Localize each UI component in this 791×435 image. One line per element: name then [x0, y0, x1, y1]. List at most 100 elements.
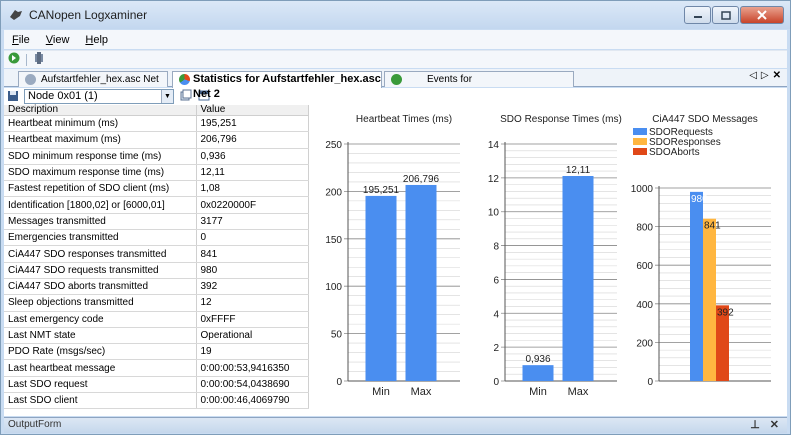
- table-row[interactable]: CiA447 SDO aborts transmitted 392: [4, 278, 309, 296]
- row-description: CiA447 SDO requests transmitted: [4, 262, 197, 279]
- table-body: Heartbeat minimum (ms) 195,251 Heartbeat m…: [4, 115, 309, 410]
- y-tick-label: 150: [325, 235, 342, 246]
- table-row[interactable]: PDO Rate (msgs/sec) 19: [4, 343, 309, 361]
- table-row[interactable]: CiA447 SDO responses transmitted 841: [4, 245, 309, 263]
- y-tick-label: 0: [493, 377, 499, 388]
- tool-icon: [35, 52, 43, 64]
- close-button[interactable]: [740, 6, 784, 24]
- row-value: 980: [196, 262, 309, 279]
- legend-swatch: [633, 138, 647, 145]
- app-window: CANopen Logxaminer File View Help Aufsta…: [0, 0, 791, 435]
- title-bar[interactable]: CANopen Logxaminer: [1, 1, 790, 29]
- table-row[interactable]: SDO maximum response time (ms) 12,11: [4, 164, 309, 182]
- y-tick-label: 6: [493, 275, 499, 286]
- output-form-title: OutputForm: [8, 419, 62, 430]
- legend-label: SDOAborts: [649, 147, 700, 158]
- save-button[interactable]: [7, 90, 19, 105]
- maximize-button[interactable]: [712, 6, 739, 24]
- menu-file[interactable]: File: [4, 34, 38, 46]
- column-header-description[interactable]: Description: [4, 105, 197, 116]
- tab-statistics[interactable]: Statistics for Aufstartfehler_hex.asc Ne…: [172, 71, 382, 100]
- row-description: Emergencies transmitted: [4, 229, 197, 247]
- row-value: 0:00:00:46,4069790: [196, 392, 309, 410]
- y-tick-label: 200: [325, 187, 342, 198]
- window-title: CANopen Logxaminer: [29, 8, 148, 22]
- minimize-button[interactable]: [684, 6, 711, 24]
- table-row[interactable]: Messages transmitted 3177: [4, 213, 309, 231]
- minimize-icon: [693, 16, 702, 18]
- menu-view[interactable]: View: [38, 34, 78, 46]
- tab-trace[interactable]: Aufstartfehler_hex.asc Net 2: [18, 71, 168, 100]
- row-value: 841: [196, 245, 309, 263]
- chevron-down-icon[interactable]: ▼: [161, 90, 173, 103]
- table-header-row: Description Value: [4, 105, 309, 116]
- tab-events[interactable]: Events for Aufstartfehler_hex.asc Net 2: [384, 71, 574, 100]
- node-select[interactable]: Node 0x01 (1) ▼: [24, 89, 174, 104]
- y-tick-label: 12: [488, 174, 500, 185]
- data-label: 392: [717, 307, 734, 318]
- legend-swatch: [633, 148, 647, 155]
- x-tick-label: Min: [372, 386, 390, 398]
- bar-min: [522, 365, 554, 381]
- row-value: 0,936: [196, 148, 309, 165]
- pin-icon[interactable]: ⊥: [750, 418, 760, 431]
- row-value: 0:00:00:54,0438690: [196, 376, 309, 394]
- output-close-icon[interactable]: ✕: [770, 418, 779, 431]
- app-logo-icon: [9, 8, 23, 22]
- trace-icon: [25, 74, 36, 85]
- bar-max: [405, 184, 437, 381]
- data-label: 980: [691, 194, 708, 205]
- table-row[interactable]: Heartbeat minimum (ms) 195,251: [4, 115, 309, 133]
- toolbar: [4, 50, 787, 68]
- y-tick-label: 1000: [631, 184, 654, 195]
- tab-close-icon[interactable]: ✕: [773, 70, 781, 81]
- toolbar-separator: [26, 53, 27, 66]
- y-tick-label: 400: [636, 300, 653, 311]
- output-form-bar[interactable]: OutputForm ⊥ ✕: [4, 417, 787, 433]
- row-description: Heartbeat minimum (ms): [4, 115, 197, 133]
- chart-title: CiA447 SDO Messages: [652, 114, 758, 125]
- row-description: Sleep objections transmitted: [4, 294, 197, 312]
- table-row[interactable]: CiA447 SDO requests transmitted 980: [4, 262, 309, 279]
- row-description: CiA447 SDO responses transmitted: [4, 245, 197, 263]
- table-row[interactable]: Last heartbeat message 0:00:00:53,9416350: [4, 359, 309, 377]
- y-tick-label: 0: [647, 377, 653, 388]
- column-header-value[interactable]: Value: [196, 105, 309, 116]
- pie-chart-icon: [179, 74, 190, 85]
- table-row[interactable]: SDO minimum response time (ms) 0,936: [4, 148, 309, 165]
- y-tick-label: 250: [325, 140, 342, 151]
- toolbar-go-button[interactable]: [8, 52, 20, 67]
- toolbar-tool-button[interactable]: [33, 52, 45, 67]
- y-tick-label: 10: [488, 208, 500, 219]
- y-tick-label: 50: [331, 330, 343, 341]
- table-row[interactable]: Heartbeat maximum (ms) 206,796: [4, 131, 309, 149]
- table-row[interactable]: Sleep objections transmitted 12: [4, 294, 309, 312]
- chart-title: Heartbeat Times (ms): [356, 114, 452, 125]
- row-description: Messages transmitted: [4, 213, 197, 231]
- table-row[interactable]: Emergencies transmitted 0: [4, 229, 309, 247]
- tab-scroll-left-icon[interactable]: ◁: [749, 70, 757, 81]
- row-value: 0xFFFF: [196, 311, 309, 328]
- row-value: 195,251: [196, 115, 309, 133]
- data-label: 0,936: [525, 354, 550, 365]
- copy-icon: [180, 89, 192, 101]
- data-label: 206,796: [403, 174, 440, 185]
- copy-button[interactable]: [180, 89, 192, 104]
- table-row[interactable]: Identification [1800,02] or [6000,01] 0x0…: [4, 196, 309, 214]
- table-row[interactable]: Last SDO client 0:00:00:46,4069790: [4, 392, 309, 410]
- statistics-table: Description Value Heartbeat minimum (ms)…: [4, 105, 309, 410]
- table-row[interactable]: Last emergency code 0xFFFF: [4, 311, 309, 328]
- table-row[interactable]: Last SDO request 0:00:00:54,0438690: [4, 376, 309, 394]
- row-value: Operational: [196, 327, 309, 345]
- table-row[interactable]: Fastest repetition of SDO client (ms) 1,0…: [4, 180, 309, 198]
- row-value: 392: [196, 278, 309, 296]
- tab-scroll-right-icon[interactable]: ▷: [761, 70, 769, 81]
- row-description: Identification [1800,02] or [6000,01]: [4, 196, 197, 214]
- go-arrow-icon: [8, 52, 20, 64]
- table-row[interactable]: Last NMT state Operational: [4, 327, 309, 345]
- node-bar: Node 0x01 (1) ▼: [4, 88, 787, 105]
- row-value: 12: [196, 294, 309, 312]
- menu-help[interactable]: Help: [77, 34, 116, 46]
- output-form-controls: ⊥ ✕: [750, 418, 779, 431]
- row-description: SDO minimum response time (ms): [4, 148, 197, 165]
